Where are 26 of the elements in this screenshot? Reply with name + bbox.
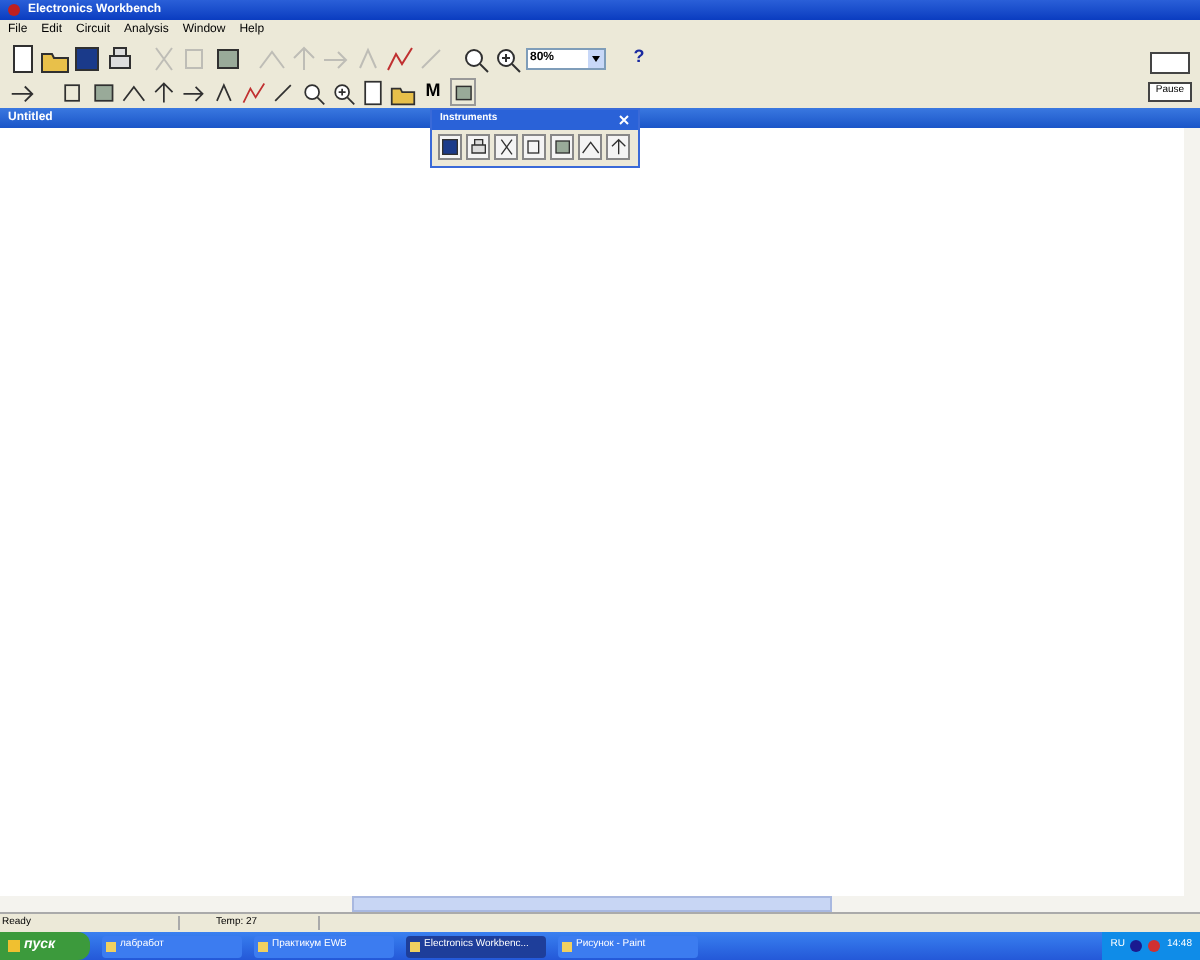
graph-icon [384,43,414,73]
toolbar-button[interactable] [104,43,134,73]
window-icon [106,941,116,951]
vertical-scrollbar[interactable] [1184,128,1200,896]
toolbar-button[interactable] [8,43,38,73]
print-icon [104,43,134,73]
zoom-out-icon [460,43,490,73]
close-icon[interactable] [618,114,630,126]
dropdown-caret-icon [588,49,604,67]
window-icon [410,941,420,951]
zoom-in-icon [492,43,522,73]
toolbar-button[interactable] [72,43,102,73]
help-button[interactable]: ? [624,43,654,73]
toolbar-button[interactable] [212,43,242,73]
toolbar-button[interactable] [460,43,490,73]
window-icon [562,941,572,951]
paste-icon [212,43,242,73]
horizontal-scrollbar[interactable] [0,896,1200,912]
new-file-icon [8,43,38,73]
app-icon [8,4,20,16]
power-switch[interactable] [1150,52,1190,74]
toolbar-button[interactable] [492,43,522,73]
scroll-thumb[interactable] [352,896,832,912]
save-icon [72,43,102,73]
window-icon [258,941,268,951]
toolbar-button[interactable]: M [420,78,446,106]
